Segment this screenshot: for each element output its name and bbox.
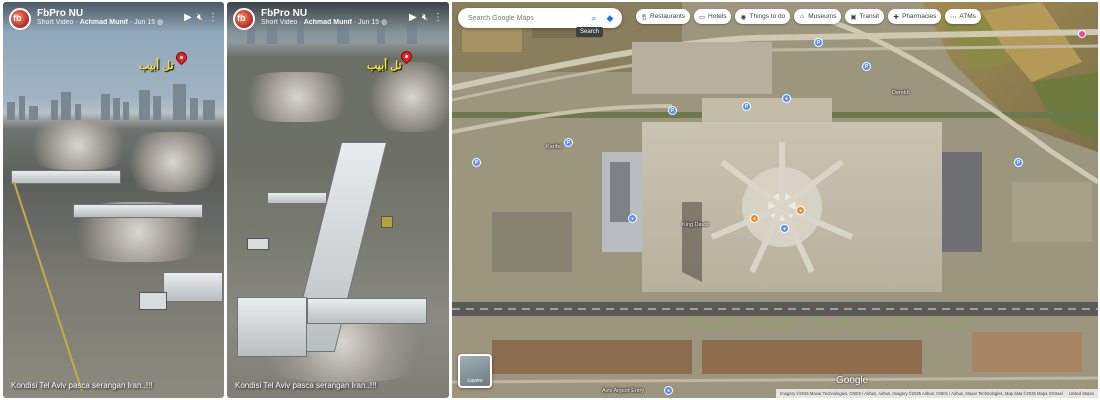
map-attribution: Imagery ©2025 Maxar Technologies, CNES /… — [776, 389, 1098, 398]
layers-label: Layers — [467, 378, 483, 384]
parking-poi-icon[interactable]: P — [742, 102, 751, 111]
location-pin-icon[interactable] — [1078, 30, 1086, 38]
location-label: تل أبيب — [367, 60, 402, 72]
attribution-extra[interactable]: United States — [1069, 391, 1094, 396]
map-label-kanfei[interactable]: Kanfei — [546, 144, 562, 150]
train-icon: ▣ — [850, 13, 857, 21]
parking-poi-icon[interactable]: P — [564, 138, 573, 147]
post-meta: Short Video · Achmad Munif · Jun 15 ◍ — [261, 19, 388, 26]
fb-logo[interactable]: fb — [233, 8, 255, 30]
chip-things-to-do[interactable]: ◉ Things to do — [735, 9, 791, 24]
chip-label: ATMs — [959, 13, 976, 20]
chip-label: Transit — [859, 13, 880, 20]
video-type: Short Video — [37, 19, 74, 26]
terminal-poi-icon[interactable]: ● — [780, 224, 789, 233]
globe-icon: ◍ — [157, 19, 164, 26]
maps-search-box[interactable]: ⌕ ◆ — [458, 8, 622, 28]
camera-icon: ◉ — [740, 13, 747, 21]
parking-poi-icon[interactable]: P — [1014, 158, 1023, 167]
map-label-king-david[interactable]: King David — [682, 222, 709, 228]
author-name[interactable]: Achmad Munif — [304, 19, 352, 26]
page-name[interactable]: FbPro NU — [261, 8, 409, 19]
airport-entry-poi-icon[interactable]: ● — [664, 386, 673, 395]
google-maps-satellite-view[interactable]: King David Aviv Airport Entry Kanfei Der… — [452, 2, 1098, 398]
search-tooltip: Search — [576, 27, 604, 37]
parking-poi-icon[interactable]: P — [472, 158, 481, 167]
post-meta: Short Video · Achmad Munif · Jun 15 ◍ — [37, 19, 164, 26]
search-icon[interactable]: ⌕ — [588, 12, 600, 24]
shop-poi-icon[interactable]: ● — [796, 206, 805, 215]
fb-post-header: fb FbPro NU Short Video · Achmad Munif ·… — [227, 2, 449, 32]
search-input[interactable] — [468, 14, 584, 22]
location-label: تل أبيب — [139, 60, 174, 72]
video-frame-airport-terminal — [227, 2, 449, 398]
shop-poi-icon[interactable]: ● — [750, 214, 759, 223]
chip-transit[interactable]: ▣ Transit — [845, 9, 885, 24]
satellite-imagery[interactable] — [452, 2, 1098, 398]
facebook-video-panel-1[interactable]: fb FbPro NU Short Video · Achmad Munif ·… — [3, 2, 224, 398]
bed-icon: ▭ — [698, 13, 706, 21]
volume-mute-icon[interactable]: 🔇︎ — [197, 12, 203, 23]
video-caption: Kondisi Tel Aviv pasca serangan Iran..!!… — [235, 381, 377, 390]
fb-logo[interactable]: fb — [9, 8, 31, 30]
more-icon[interactable]: ⋮ — [208, 12, 218, 23]
chip-label: Restaurants — [650, 13, 686, 20]
more-icon[interactable]: ⋮ — [433, 12, 443, 23]
parking-poi-icon[interactable]: P — [814, 38, 823, 47]
chip-pharmacies[interactable]: ✚ Pharmacies — [888, 9, 942, 24]
chip-label: Museums — [808, 13, 837, 20]
transit-poi-icon[interactable]: ● — [628, 214, 637, 223]
museum-icon: ⌂ — [800, 13, 805, 20]
post-date[interactable]: Jun 15 — [134, 19, 155, 26]
fork-knife-icon: 🍴︎ — [639, 13, 649, 21]
category-chips: 🍴︎ Restaurants ▭ Hotels ◉ Things to do ⌂ Mus… — [636, 9, 981, 24]
parking-poi-icon[interactable]: P — [668, 106, 677, 115]
volume-mute-icon[interactable]: 🔇︎ — [422, 12, 428, 23]
author-name[interactable]: Achmad Munif — [80, 19, 128, 26]
layers-button[interactable]: Layers — [458, 354, 492, 388]
pharmacy-icon: ✚ — [893, 13, 899, 21]
directions-icon[interactable]: ◆ — [604, 12, 616, 24]
chip-museums[interactable]: ⌂ Museums — [794, 9, 842, 24]
video-caption: Kondisi Tel Aviv pasca serangan Iran..!!… — [11, 381, 153, 390]
page-name[interactable]: FbPro NU — [37, 8, 184, 19]
video-type: Short Video — [261, 19, 298, 26]
transit-poi-icon[interactable]: ● — [782, 94, 791, 103]
chip-atms[interactable]: ⋯ ATMs — [945, 9, 981, 24]
chip-label: Hotels — [708, 13, 727, 20]
parking-poi-icon[interactable]: P — [862, 62, 871, 71]
facebook-video-panel-2[interactable]: fb FbPro NU Short Video · Achmad Munif ·… — [227, 2, 449, 398]
city-skyline — [3, 80, 224, 120]
play-icon[interactable]: ▶ — [409, 12, 417, 23]
chip-label: Things to do — [749, 13, 786, 20]
google-logo: Google — [836, 375, 869, 386]
video-frame-tel-aviv-skyline — [3, 2, 224, 398]
globe-icon: ◍ — [381, 19, 388, 26]
post-date[interactable]: Jun 15 — [358, 19, 379, 26]
map-label-derekh[interactable]: Derekh — [892, 90, 910, 96]
chip-hotels[interactable]: ▭ Hotels — [694, 9, 732, 24]
chip-restaurants[interactable]: 🍴︎ Restaurants — [636, 9, 691, 24]
map-label-airport-entry[interactable]: Aviv Airport Entry — [602, 388, 644, 394]
more-horizontal-icon: ⋯ — [950, 13, 957, 21]
chip-label: Pharmacies — [902, 13, 937, 20]
attribution-text[interactable]: Imagery ©2025 Maxar Technologies, CNES /… — [780, 391, 1063, 396]
fb-post-header: fb FbPro NU Short Video · Achmad Munif ·… — [3, 2, 224, 32]
play-icon[interactable]: ▶ — [184, 12, 192, 23]
